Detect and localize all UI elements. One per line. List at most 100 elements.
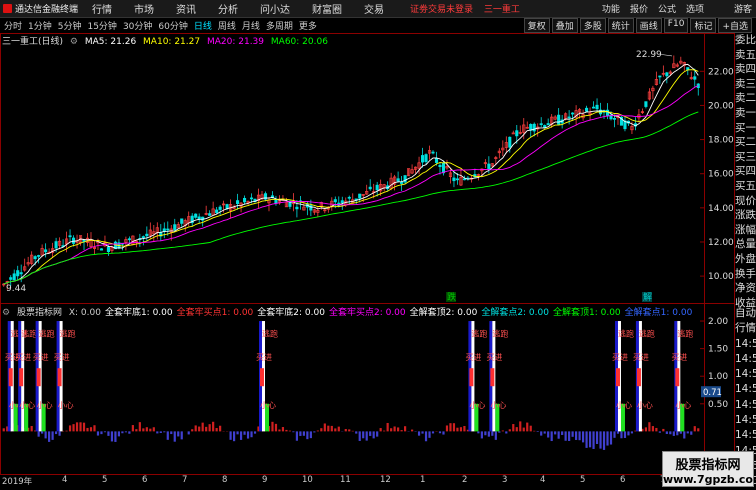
candle-body [420,155,425,163]
candle-body [508,136,512,148]
indicator-legend-item: 全解套顶1: 0.00 [552,308,621,318]
marker-unlock-text: 解 [643,291,652,303]
x-tick-label: 5 [580,475,586,485]
candle-body [145,233,149,237]
quote-side-panel: 委比 卖五 卖四 卖三 卖二 卖一 买一 买二 买三 买四 买五 现价 涨跌 涨幅 总量 外盘 换手 净资 收益 [735,33,756,310]
candle-body [208,213,212,216]
chart-area[interactable]: 22.99 9.44 跌 解 逃跑买进小心 逃跑买进小心 逃跑买进小心 逃跑买进小心 逃跑买进… [0,0,756,487]
signal-buy-label: 买进 [671,353,687,362]
x-tick-label: 8 [222,475,228,485]
signal-caution-label: 小心 [469,401,485,410]
candle-body [452,177,456,182]
quote-label: 净资 [735,282,756,295]
signal-caution-label: 小心 [58,401,74,410]
quote-label: 卖五 [735,48,756,61]
signal-escape-label: 逃跑 [21,329,37,339]
signal-buy-label: 买进 [612,353,628,362]
chart-title: 三一重工(日线) [2,37,64,47]
x-tick-label: 10 [302,475,313,485]
candle-body [605,109,610,116]
candle-body [400,181,404,184]
signal-caution-label: 小心 [260,401,276,410]
tick-time-label: 14:56 [735,414,756,427]
signal-bar-red [469,368,474,387]
indicator-y-tick-label: 0.50 [708,400,728,410]
quote-label: 卖三 [735,77,756,90]
quote-label: 买四 [735,165,756,178]
x-tick-label: 2019年 [2,477,33,487]
tick-time-label: 14:56 [735,352,756,365]
watermark-url: www.7gpzb.com [663,473,756,486]
candle-body [455,178,459,181]
candle-body [44,249,48,253]
tick-time-label: 14:56 [735,383,756,396]
candle-body [462,178,466,181]
indicator-legend-item: 全套牢买点1: 0.00 [176,308,254,318]
candle-body [487,163,491,170]
tick-time-label: 14:56 [735,398,756,411]
tick-time-label: 14:56 [735,337,756,350]
candle-body [9,277,13,280]
signal-bar-red [57,368,62,387]
signal-escape-label: 逃跑 [618,329,634,339]
candle-body [424,154,428,162]
x-tick-label: 4 [62,475,68,485]
candle-body [532,123,536,132]
indicator-legend-item: 全解套点1: 0.00 [624,308,693,318]
x-tick-label: 6 [620,475,626,485]
y-tick-label: 12.00 [708,238,734,248]
ma-line-20 [3,85,699,285]
tick-time-label: 14:56 [735,429,756,442]
x-tick-label: 12 [380,475,391,485]
candle-body [215,209,219,213]
candle-body [166,228,170,231]
candle-body [333,199,337,203]
quote-label: 现价 [735,194,756,207]
signal-bar-red [19,368,24,387]
quote-label: 买一 [735,121,756,134]
quote-label: 买三 [735,150,756,163]
candle-body [567,116,571,119]
ma-line-60 [3,111,699,285]
candle-body [595,104,599,110]
quote-label: 外盘 [735,252,756,265]
x-tick-label: 11 [340,475,351,485]
candle-body [441,162,446,174]
candle-body [557,114,561,125]
indicator-legend-item: 全套牢底2: 0.00 [257,308,325,318]
quote-label: 委比 [735,34,756,46]
candle-body [585,107,589,112]
watermark: 股票指标网 www.7gpzb.com [662,451,756,487]
signal-escape-label: 逃跑 [492,329,508,339]
signal-bar-red [36,368,41,387]
candle-body [592,106,596,109]
signal-caution-label: 小心 [37,401,53,410]
signal-bar-red [636,368,641,387]
marker-fall-text: 跌 [447,292,456,303]
candle-body [515,130,519,137]
quote-label: 涨幅 [735,223,756,236]
indicator-legend-item: 全套牢底1: 0.00 [104,308,173,318]
x-tick-label: 3 [502,475,508,485]
signal-buy-label: 买进 [486,353,502,362]
candle-body [243,197,247,203]
y-tick-label: 18.00 [708,136,734,146]
quote-label: 卖一 [735,106,756,119]
ma5-label: MA5: 21.26 [84,37,137,47]
signal-buy-label: 买进 [633,353,649,362]
x-tick-label: 6 [142,475,148,485]
quote-label: 涨跌 [735,209,756,222]
settings-icon[interactable]: ⚙ [70,37,78,47]
indicator-legend-item: X: 0.00 [68,308,101,318]
indicator-icon[interactable]: ⚙ [2,308,10,318]
signal-escape-label: 逃跑 [60,329,76,339]
ma-legend: 三一重工(日线) ⚙ MA5: 21.26 MA10: 21.27 MA20: … [2,34,332,47]
indicator-y-tick-label: 1.00 [708,372,728,382]
candle-body [529,124,533,131]
indicator-name[interactable]: 股票指标网 [17,308,62,318]
y-tick-label: 20.00 [708,101,734,111]
quote-label: 换手 [735,267,756,280]
candle-body [99,248,104,251]
candle-body [358,193,362,199]
signal-buy-label: 买进 [256,353,272,362]
